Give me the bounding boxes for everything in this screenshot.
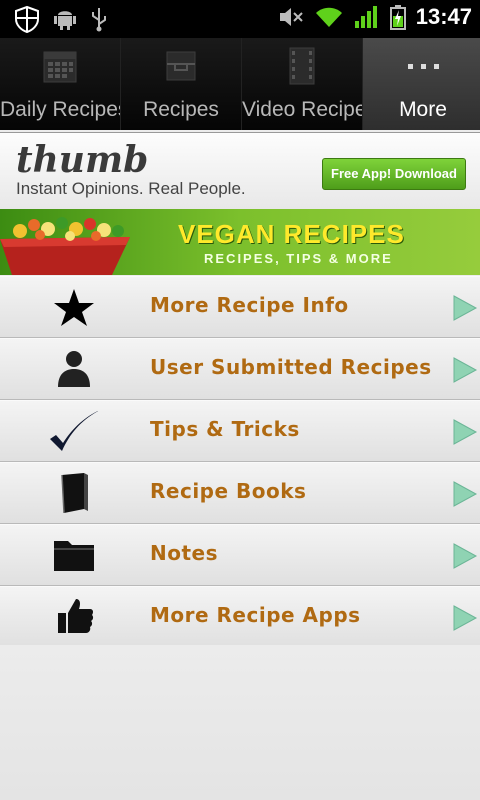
menu-item-label: More Recipe Apps <box>150 603 361 627</box>
more-menu-list: More Recipe Info User Submitted Recipes … <box>0 276 480 648</box>
tab-label: More <box>399 98 447 121</box>
menu-item-label: More Recipe Info <box>150 293 349 317</box>
signal-icon <box>354 6 377 28</box>
mute-icon <box>279 8 303 26</box>
checkmark-icon <box>50 410 98 451</box>
tab-video-recipe[interactable]: Video Recipe <box>242 38 363 130</box>
ad-banner[interactable]: thumb Instant Opinions. Real People. Fre… <box>0 132 480 210</box>
star-icon <box>54 289 94 326</box>
menu-item-tips-tricks[interactable]: Tips & Tricks <box>0 400 480 462</box>
menu-item-notes[interactable]: Notes <box>0 524 480 586</box>
book-icon <box>61 473 88 514</box>
menu-item-user-submitted-recipes[interactable]: User Submitted Recipes <box>0 338 480 400</box>
tab-label: Video Recipe <box>242 98 362 121</box>
film-icon <box>289 47 315 85</box>
vegetable-bowl-image <box>0 217 130 275</box>
menu-item-label: Notes <box>150 541 219 565</box>
ad-tagline: Instant Opinions. Real People. <box>16 179 246 198</box>
arrow-right-icon <box>453 419 478 445</box>
arrow-right-icon <box>453 605 478 631</box>
menu-item-label: Tips & Tricks <box>150 417 300 441</box>
shield-icon <box>15 5 39 33</box>
status-bar: 13:47 <box>0 0 480 38</box>
vegan-banner: VEGAN RECIPES RECIPES, TIPS & MORE <box>0 209 480 275</box>
menu-item-more-recipe-info[interactable]: More Recipe Info <box>0 276 480 338</box>
calendar-icon <box>43 51 77 83</box>
ad-download-button[interactable]: Free App! Download <box>322 158 466 190</box>
recipe-box-icon <box>166 51 196 81</box>
arrow-right-icon <box>453 481 478 507</box>
more-dots-icon <box>408 64 439 69</box>
ad-logo: thumb <box>16 139 149 181</box>
folder-icon <box>54 541 94 571</box>
thumbs-up-icon <box>58 599 94 633</box>
banner-subtitle: RECIPES, TIPS & MORE <box>204 251 393 266</box>
menu-item-label: Recipe Books <box>150 479 307 503</box>
tab-recipes[interactable]: Recipes <box>121 38 242 130</box>
usb-icon <box>92 8 106 32</box>
wifi-icon <box>315 7 342 27</box>
tab-daily-recipes[interactable]: Daily Recipes <box>0 38 121 130</box>
clock: 13:47 <box>415 4 472 29</box>
arrow-right-icon <box>453 543 478 569</box>
person-icon <box>58 351 90 387</box>
empty-background <box>0 645 480 800</box>
banner-title: VEGAN RECIPES <box>178 219 405 249</box>
tab-label: Daily Recipes <box>0 98 120 121</box>
menu-item-recipe-books[interactable]: Recipe Books <box>0 462 480 524</box>
android-icon <box>54 11 76 30</box>
arrow-right-icon <box>453 295 478 321</box>
tab-more[interactable]: More <box>363 38 480 130</box>
menu-item-label: User Submitted Recipes <box>150 355 432 379</box>
arrow-right-icon <box>453 357 478 383</box>
menu-item-more-recipe-apps[interactable]: More Recipe Apps <box>0 586 480 648</box>
tab-label: Recipes <box>143 98 219 121</box>
battery-charging-icon <box>389 5 406 30</box>
tab-bar: Daily Recipes Recipes Video Recipe More <box>0 38 480 130</box>
